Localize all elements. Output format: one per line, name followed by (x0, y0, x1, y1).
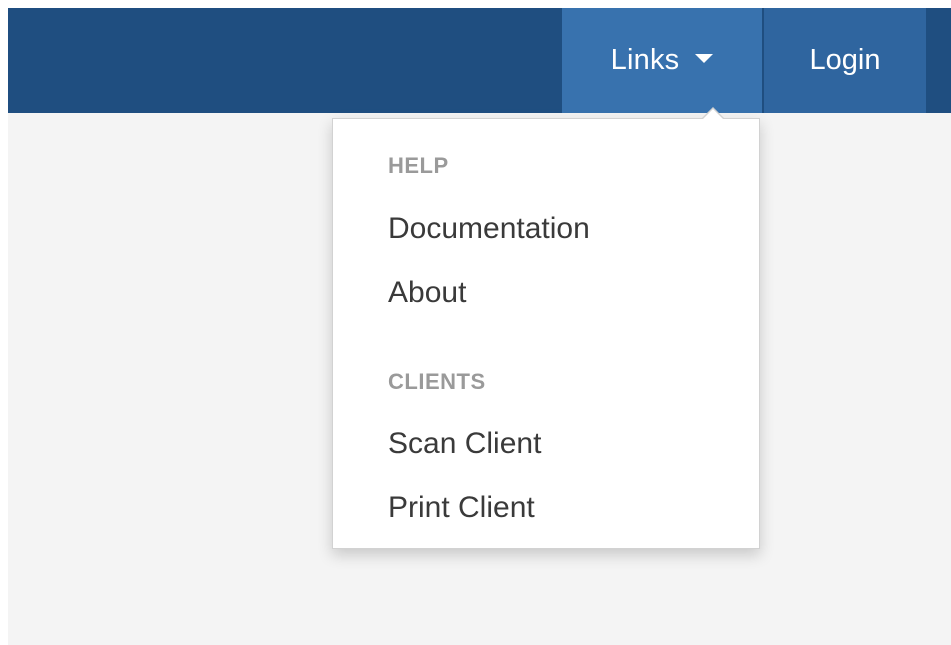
links-dropdown-toggle[interactable]: Links (562, 8, 762, 113)
top-navbar: Links Login (8, 8, 951, 113)
login-button[interactable]: Login (764, 8, 926, 113)
caret-down-icon (695, 54, 714, 63)
menu-item-documentation[interactable]: Documentation (388, 212, 590, 246)
menu-item-about[interactable]: About (388, 276, 466, 310)
page-content: Links Login HELP Documentation About CLI… (8, 8, 951, 645)
dropdown-pointer-fill (702, 109, 724, 120)
links-label: Links (610, 44, 680, 76)
menu-item-print-client[interactable]: Print Client (388, 491, 535, 525)
section-header-help: HELP (388, 153, 449, 178)
menu-item-scan-client[interactable]: Scan Client (388, 427, 541, 461)
section-header-clients: CLIENTS (388, 369, 486, 394)
links-dropdown-menu: HELP Documentation About CLIENTS Scan Cl… (332, 107, 760, 549)
